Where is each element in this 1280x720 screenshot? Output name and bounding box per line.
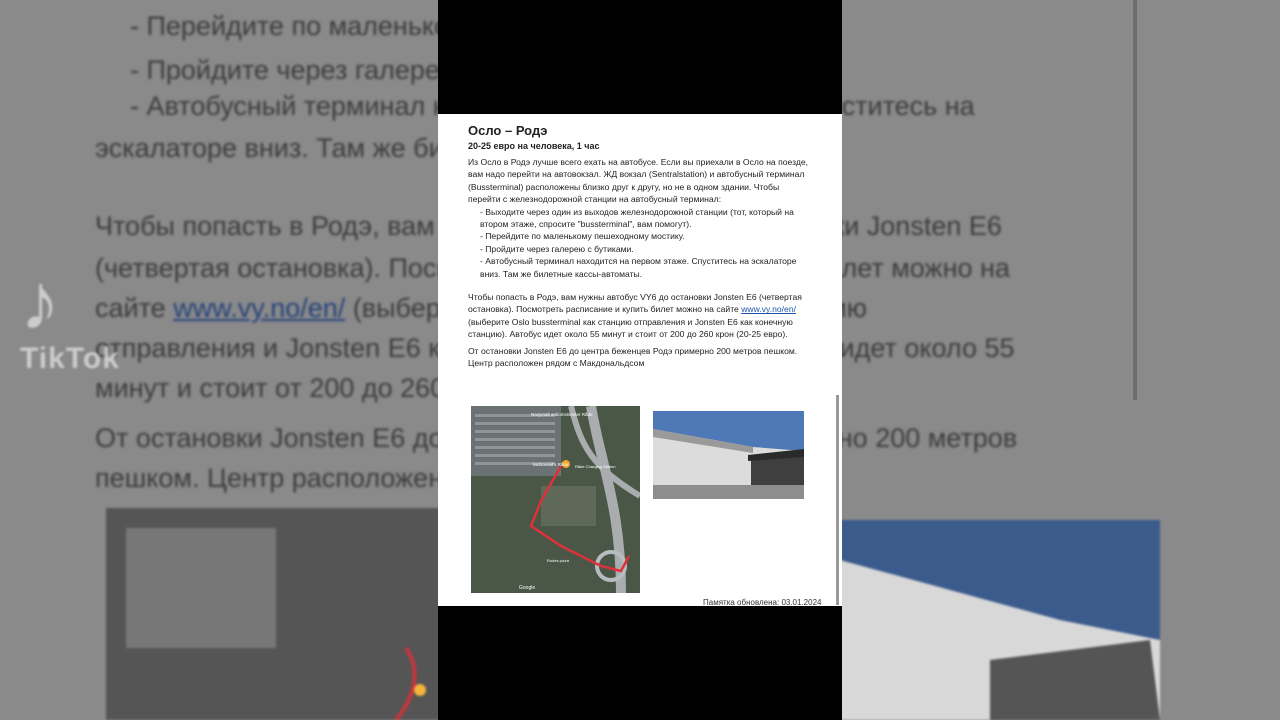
map-label: Rudes pizza [547, 558, 570, 563]
walk-text: От остановки Jonsten E6 до центра беженц… [468, 345, 798, 369]
intro-text: Из Осло в Родэ лучше всего ехать на авто… [468, 157, 809, 205]
tiktok-watermark: ♪ TikTok [20, 262, 120, 376]
updated-note: Памятка обновлена: 03.01.2024 [703, 598, 822, 606]
tiktok-wordmark: TikTok [20, 342, 120, 375]
document-page: Осло – Родэ 20-25 евро на человека, 1 ча… [438, 114, 842, 606]
bg-link: www.vy.no/en/ [173, 293, 346, 323]
building-photo [653, 411, 804, 499]
page-title: Осло – Родэ [468, 123, 548, 138]
tiktok-overlay-icon: ♪ [455, 330, 466, 355]
map-label: McDonald's Råde [533, 461, 569, 467]
bus-text-continued: (выберите Oslo bussterminal как станцию … [468, 316, 793, 340]
map-label: Google [519, 585, 535, 591]
vy-link[interactable]: www.vy.no/en/ [741, 304, 796, 314]
bg-photo-image [840, 520, 1160, 720]
page-subtitle: 20-25 евро на человека, 1 час [468, 141, 600, 151]
list-item: - Пройдите через галерею с бутиками. [480, 243, 634, 254]
bg-scrollbar [1133, 0, 1137, 400]
document-scrollbar[interactable] [836, 395, 839, 605]
intro-paragraph: Из Осло в Родэ лучше всего ехать на авто… [468, 156, 813, 280]
map-label: Råde Charging Station [575, 464, 615, 469]
list-item: - Перейдите по маленькому пешеходному мо… [480, 231, 685, 242]
tiktok-note-icon: ♪ [20, 257, 60, 346]
walk-paragraph: От остановки Jonsten E6 до центра беженц… [468, 345, 813, 370]
map-label: Nasjonalt ankomstsenter Råde [531, 411, 593, 417]
bus-paragraph: Чтобы попасть в Родэ, вам нужны автобус … [468, 291, 813, 341]
bg-map-image [106, 508, 466, 720]
document-content: Осло – Родэ 20-25 евро на человека, 1 ча… [468, 123, 813, 370]
list-item: - Автобусный терминал находится на перво… [480, 256, 797, 279]
map-image: Nasjonalt ankomstsenter Råde McDonald's … [471, 406, 640, 593]
list-item: - Выходите через один из выходов железно… [480, 206, 794, 230]
